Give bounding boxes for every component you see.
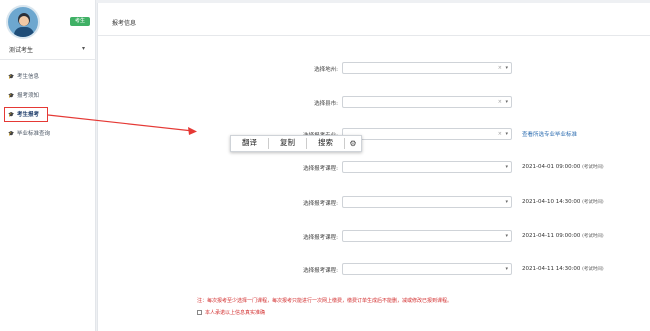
exam-time: 2021-04-10 14:30:00 (考试时间) — [522, 199, 604, 205]
chevron-down-icon: ▾ — [505, 266, 508, 272]
avatar[interactable] — [6, 5, 40, 39]
region-select[interactable]: × ▾ — [342, 62, 512, 74]
sidebar-item-label: 考生信息 — [17, 74, 40, 80]
sidebar-item-label: 报考须知 — [17, 93, 40, 99]
course-select[interactable]: ▾ — [342, 161, 512, 173]
chevron-down-icon[interactable]: ▾ — [82, 45, 85, 52]
divider — [98, 35, 650, 36]
sidebar-item-label: 毕业标准查询 — [17, 131, 51, 137]
highlight-box — [4, 107, 48, 122]
copy-button[interactable]: 复制 — [269, 135, 306, 152]
exam-time: 2021-04-11 14:30:00 (考试时间) — [522, 266, 604, 272]
chevron-down-icon: ▾ — [505, 164, 508, 170]
page-title: 报考信息 — [112, 20, 137, 27]
main-panel: 报考信息 选择地州: ×▾ 选择县市: ×▾ 选择报考专业: ×▾ 查看所选专业… — [97, 3, 650, 331]
course-select[interactable]: ▾ — [342, 263, 512, 275]
translate-button[interactable]: 翻译 — [231, 135, 268, 152]
graduation-cap-icon: 🎓 — [8, 93, 15, 99]
chevron-down-icon: ▾ — [505, 233, 508, 239]
course-select[interactable]: ▾ — [342, 196, 512, 208]
region-label: 选择地州: — [314, 67, 338, 73]
sidebar-item-exam-notice[interactable]: 🎓 报考须知 — [8, 90, 39, 102]
notice-text: 注：每次报考至少选择一门课程，每次报考只能进行一次网上缴费，缴费订单生成后不能删… — [197, 298, 453, 304]
chevron-down-icon: ▾ — [505, 131, 508, 137]
clear-icon[interactable]: × — [498, 99, 502, 105]
clear-icon[interactable]: × — [498, 131, 502, 137]
chevron-down-icon: ▾ — [505, 199, 508, 205]
major-standard-link[interactable]: 查看所选专业毕业标准 — [522, 130, 577, 138]
user-name[interactable]: 测试考生 — [9, 45, 33, 54]
sidebar-item-graduation-query[interactable]: 🎓 毕业标准查询 — [8, 128, 50, 140]
graduation-cap-icon: 🎓 — [8, 131, 15, 137]
graduation-cap-icon: 🎓 — [8, 74, 15, 80]
course-label: 选择报考课程: — [303, 166, 338, 172]
course-label: 选择报考课程: — [303, 235, 338, 241]
floating-toolbar: 翻译 复制 搜索 ⚙ — [230, 135, 362, 152]
exam-time: 2021-04-11 09:00:00 (考试时间) — [522, 233, 604, 239]
sidebar-item-student-info[interactable]: 🎓 考生信息 — [8, 71, 39, 83]
exam-time: 2021-04-01 09:00:00 (考试时间) — [522, 164, 604, 170]
course-label: 选择报考课程: — [303, 201, 338, 207]
chevron-down-icon: ▾ — [505, 99, 508, 105]
checkbox-icon[interactable] — [197, 310, 202, 315]
clear-icon[interactable]: × — [498, 65, 502, 71]
course-select[interactable]: ▾ — [342, 230, 512, 242]
gear-icon[interactable]: ⚙ — [345, 139, 361, 148]
role-badge: 考生 — [70, 17, 90, 26]
city-label: 选择县市: — [314, 101, 338, 107]
sidebar: 考生 测试考生 ▾ 🎓 考生信息 🎓 报考须知 🎓 考生报考 🎓 毕业标准查询 — [0, 0, 96, 331]
course-label: 选择报考课程: — [303, 268, 338, 274]
city-select[interactable]: × ▾ — [342, 96, 512, 108]
divider — [0, 59, 96, 60]
agree-checkbox[interactable]: 本人承诺以上信息真实准确 — [197, 309, 265, 316]
search-button[interactable]: 搜索 — [307, 135, 344, 152]
chevron-down-icon: ▾ — [505, 65, 508, 71]
major-select[interactable]: × ▾ — [342, 128, 512, 140]
agree-label: 本人承诺以上信息真实准确 — [205, 310, 266, 316]
